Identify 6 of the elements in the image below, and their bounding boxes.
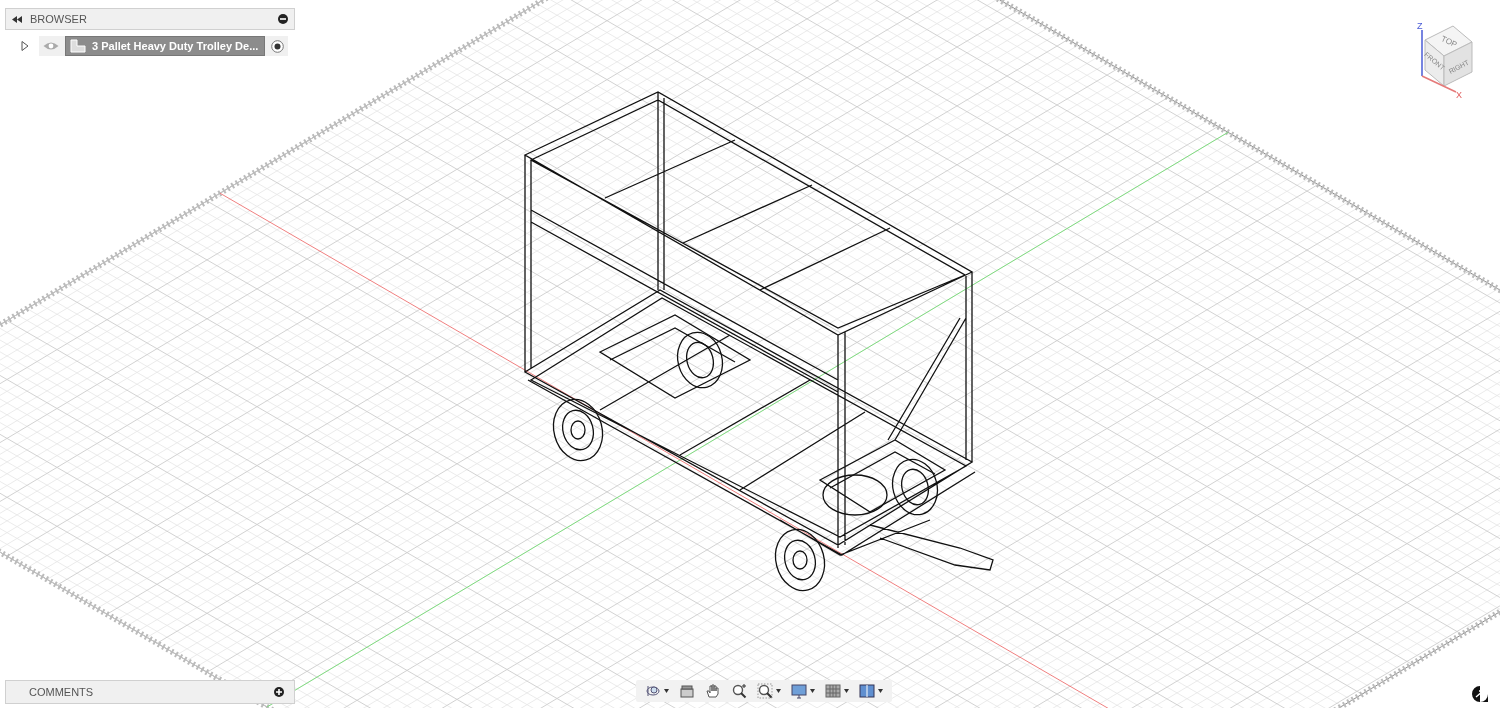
comments-title: COMMENTS	[29, 686, 95, 698]
component-item[interactable]: 3 Pallet Heavy Duty Trolley De...	[65, 36, 266, 56]
cube-face-label: TOP	[1439, 34, 1459, 50]
z-axis-label: Z	[1417, 21, 1423, 31]
x-axis-label: X	[1456, 90, 1462, 100]
browser-title: BROWSER	[30, 13, 88, 25]
